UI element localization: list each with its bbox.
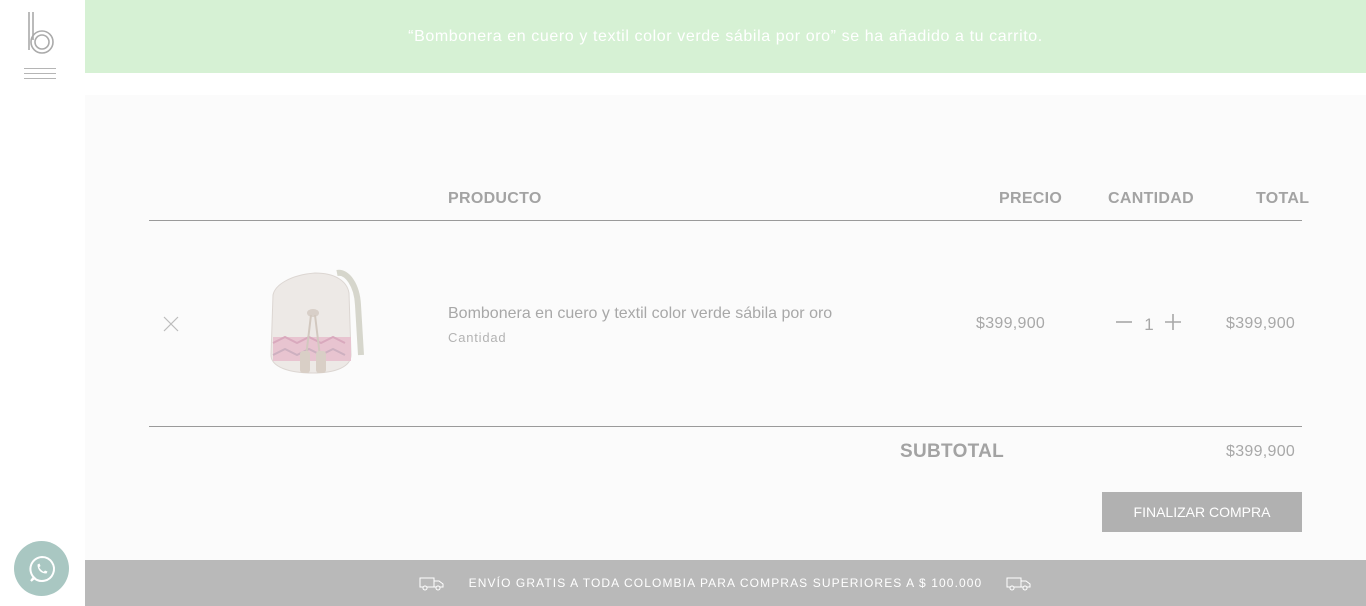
header-quantity: CANTIDAD — [1108, 190, 1194, 207]
header-total: TOTAL — [1256, 190, 1310, 207]
delivery-truck-icon — [1006, 577, 1031, 591]
close-icon — [163, 316, 179, 332]
whatsapp-button[interactable] — [14, 541, 69, 596]
hamburger-menu-icon[interactable] — [24, 68, 56, 84]
subtotal-value: $399,900 — [1226, 443, 1296, 460]
quantity-value[interactable]: 1 — [1143, 315, 1155, 335]
header-price: PRECIO — [999, 190, 1063, 207]
delivery-truck-icon — [419, 577, 444, 591]
logo-b-icon[interactable] — [26, 10, 56, 56]
sidebar — [0, 0, 85, 606]
free-shipping-bar: ENVÍO GRATIS A TODA COLOMBIA PARA COMPRA… — [85, 560, 1366, 606]
checkout-button[interactable]: FINALIZAR COMPRA — [1102, 492, 1302, 532]
remove-item-button[interactable] — [163, 316, 179, 332]
free-shipping-text: ENVÍO GRATIS A TODA COLOMBIA PARA COMPRA… — [468, 576, 983, 590]
product-quantity-label: Cantidad — [448, 330, 507, 345]
plus-icon — [1165, 314, 1181, 330]
minus-icon — [1116, 321, 1132, 323]
header-product: PRODUCTO — [448, 190, 542, 207]
notice-message: “Bombonera en cuero y textil color verde… — [408, 27, 1043, 45]
product-price: $399,900 — [976, 315, 1046, 332]
header-divider — [149, 220, 1302, 221]
product-total: $399,900 — [1226, 315, 1296, 332]
decrease-quantity-button[interactable] — [1115, 313, 1133, 331]
product-thumbnail[interactable] — [265, 265, 375, 380]
cart-table: PRODUCTO PRECIO CANTIDAD TOTAL Bombonera… — [85, 95, 1366, 560]
whatsapp-icon — [28, 555, 55, 582]
row-divider — [149, 426, 1302, 427]
product-name-link[interactable]: Bombonera en cuero y textil color verde … — [448, 305, 832, 323]
cart-added-notice: “Bombonera en cuero y textil color verde… — [85, 0, 1366, 73]
subtotal-label: SUBTOTAL — [900, 441, 1005, 462]
increase-quantity-button[interactable] — [1164, 313, 1182, 331]
